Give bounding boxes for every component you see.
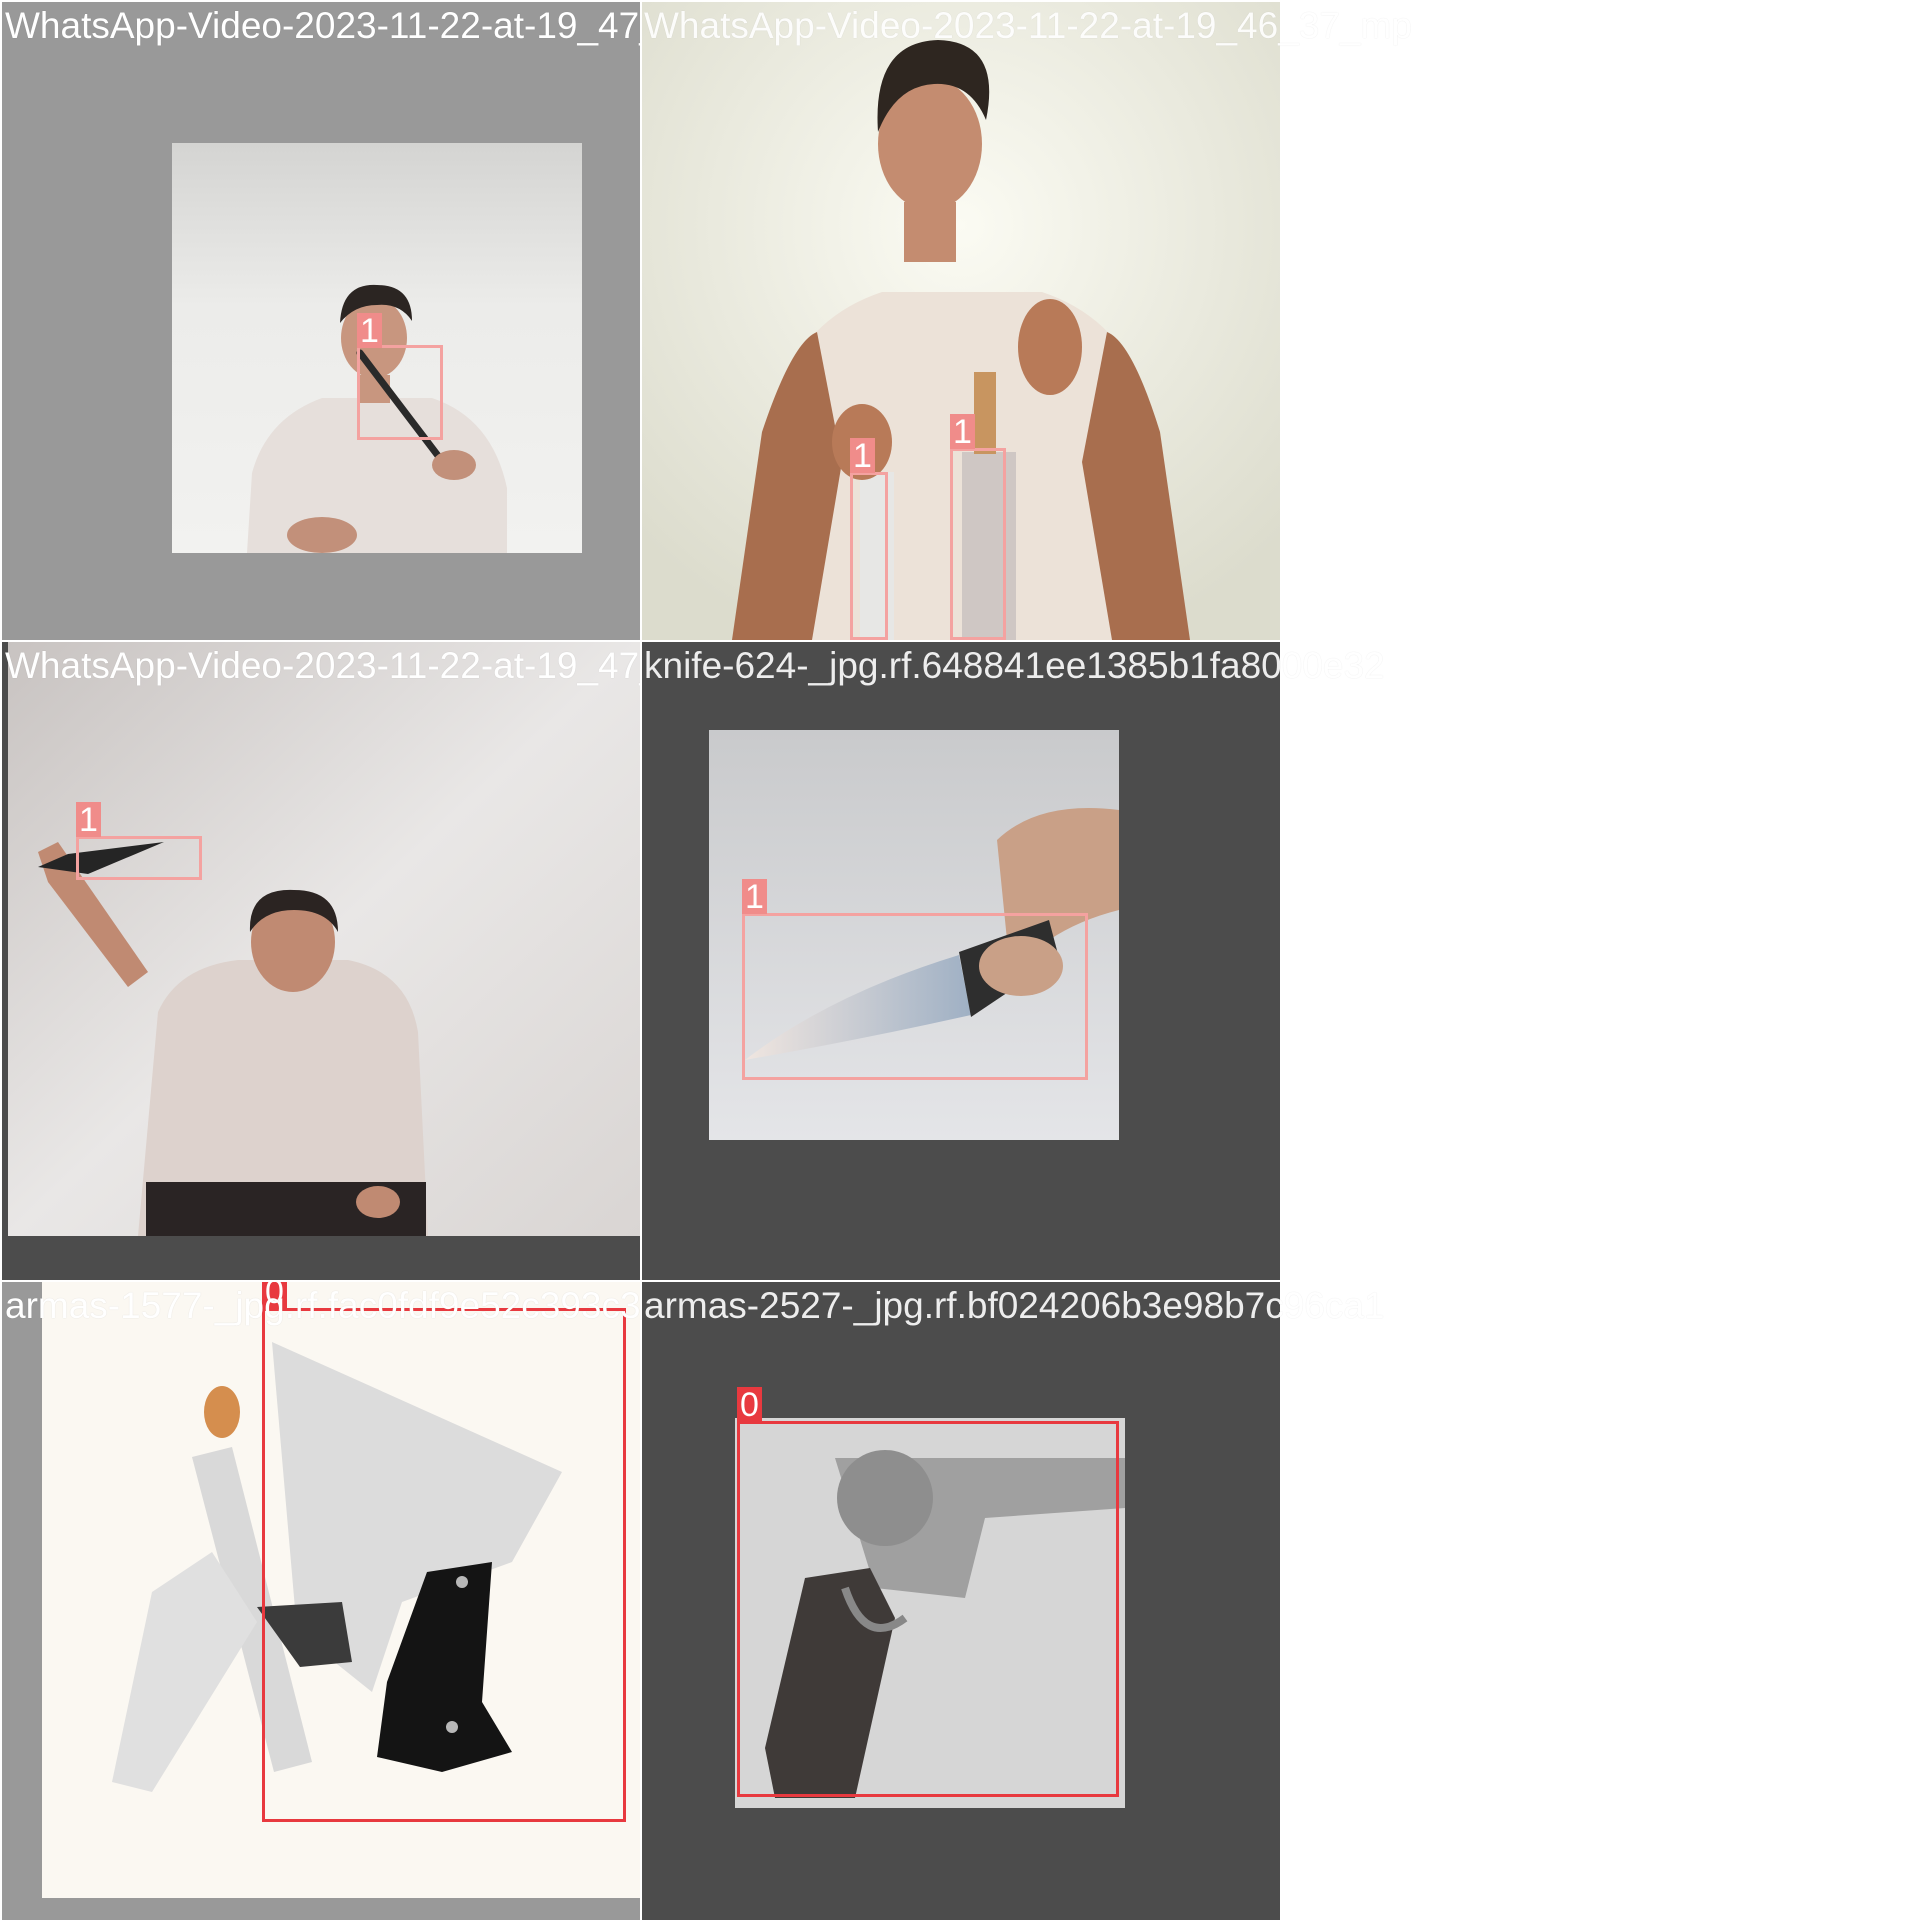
mosaic-tile-2: 1 1 (642, 2, 1280, 640)
mosaic-tile-1: 1 WhatsApp-Video-2023-11-22-at-19_47_53_… (2, 2, 640, 640)
mosaic-tile-6: 0 (642, 1282, 1280, 1920)
class-label-tag: 1 (76, 802, 101, 837)
tile-5-filename: armas-1577-_jpg.rf.fac0fdf9e52c393c31fe6 (5, 1285, 640, 1326)
tile-3-image (8, 642, 640, 1236)
mosaic-tile-4: 1 (642, 642, 1280, 1280)
class-label-tag: 1 (950, 414, 975, 449)
knife-bounding-box (357, 345, 443, 440)
tile-2-filename: WhatsApp-Video-2023-11-22-at-19_46_37_mp (644, 5, 1412, 46)
gun-bounding-box (262, 1308, 626, 1822)
knife-bounding-box-left (850, 472, 888, 640)
knife-bounding-box-right (950, 448, 1006, 640)
class-label-tag: 1 (850, 438, 875, 473)
tile-3-filename: WhatsApp-Video-2023-11-22-at-19_47_53_mp… (5, 645, 640, 686)
gun-bounding-box (737, 1421, 1119, 1797)
knife-bounding-box (742, 913, 1088, 1080)
class-label-tag: 0 (737, 1387, 762, 1422)
tile-1-filename: WhatsApp-Video-2023-11-22-at-19_47_53_mp… (5, 5, 640, 46)
class-label-tag: 1 (357, 313, 382, 348)
mosaic-tile-3: 1 WhatsApp-Video-2023-11-22-at-19_47_53_… (2, 642, 640, 1280)
tile-6-filename: armas-2527-_jpg.rf.bf024206b3e98b7c96ca1 (644, 1285, 1385, 1326)
tile-4-filename: knife-624-_jpg.rf.648841ee1385b1fa8000e3… (644, 645, 1385, 686)
mosaic-tile-5: 0 armas-1577-_jpg.rf.fac0fdf9e52c393c31f… (2, 1282, 640, 1920)
class-label-tag: 1 (742, 879, 767, 914)
knife-bounding-box (76, 836, 202, 880)
